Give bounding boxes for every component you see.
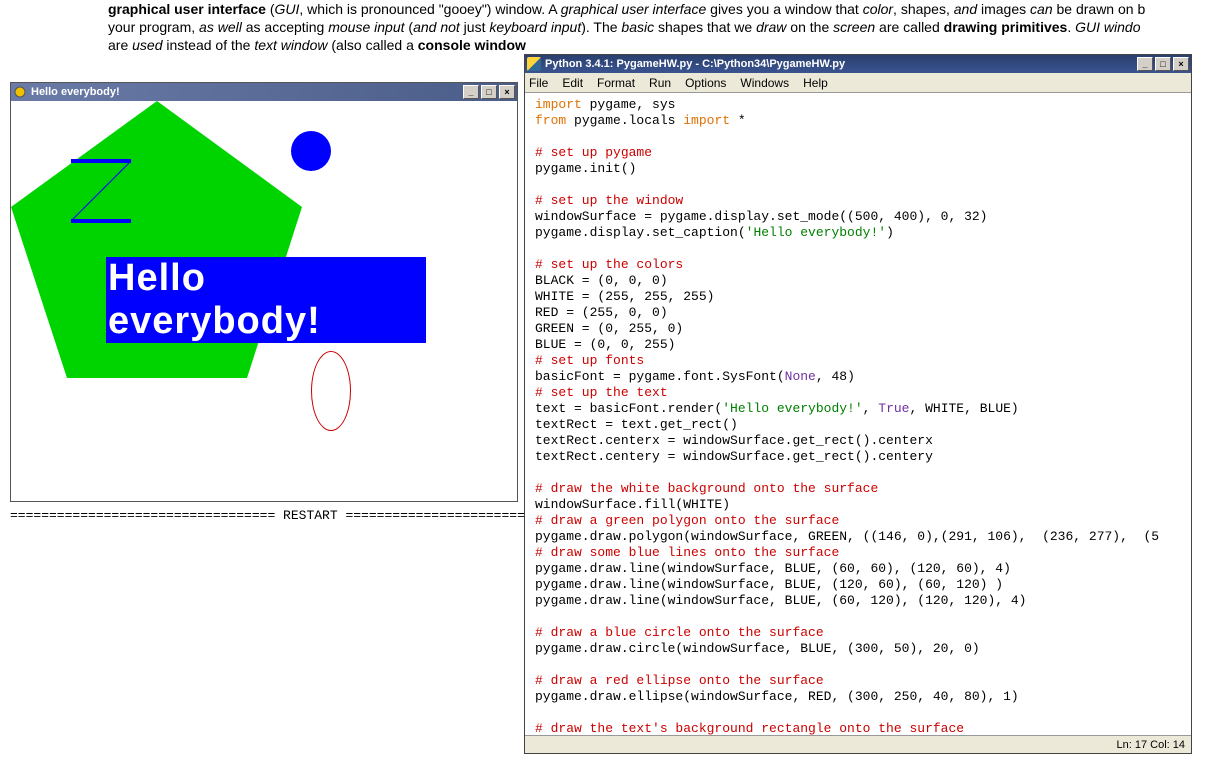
menu-help[interactable]: Help bbox=[803, 76, 828, 90]
menu-edit[interactable]: Edit bbox=[562, 76, 583, 90]
idle-titlebar[interactable]: Python 3.4.1: PygameHW.py - C:\Python34\… bbox=[525, 55, 1191, 73]
pygame-titlebar[interactable]: Hello everybody! _ □ × bbox=[11, 83, 517, 101]
idle-window: Python 3.4.1: PygameHW.py - C:\Python34\… bbox=[524, 54, 1192, 754]
pygame-canvas: Hello everybody! bbox=[11, 101, 517, 501]
status-line-col: Ln: 17 Col: 14 bbox=[1117, 739, 1186, 751]
pygame-window: Hello everybody! _ □ × Hello everybody! bbox=[10, 82, 518, 502]
background-article-text: graphical user interface (GUI, which is … bbox=[108, 0, 1214, 55]
blue-circle bbox=[291, 131, 331, 171]
blue-line-1 bbox=[71, 159, 131, 163]
pygame-app-icon bbox=[13, 85, 27, 99]
shell-restart-text: ================================== RESTA… bbox=[10, 508, 611, 523]
pygame-title: Hello everybody! bbox=[31, 86, 120, 98]
menu-run[interactable]: Run bbox=[649, 76, 671, 90]
canvas-text: Hello everybody! bbox=[106, 257, 426, 343]
idle-minimize-button[interactable]: _ bbox=[1137, 57, 1153, 71]
idle-statusbar: Ln: 17 Col: 14 bbox=[525, 735, 1191, 753]
close-button[interactable]: × bbox=[499, 85, 515, 99]
idle-maximize-button[interactable]: □ bbox=[1155, 57, 1171, 71]
code-editor[interactable]: import pygame, sys from pygame.locals im… bbox=[525, 93, 1191, 735]
menu-file[interactable]: File bbox=[529, 76, 548, 90]
red-ellipse bbox=[311, 351, 351, 431]
idle-title-text: Python 3.4.1: PygameHW.py - C:\Python34\… bbox=[545, 58, 845, 70]
idle-menubar: File Edit Format Run Options Windows Hel… bbox=[525, 73, 1191, 93]
menu-windows[interactable]: Windows bbox=[740, 76, 789, 90]
minimize-button[interactable]: _ bbox=[463, 85, 479, 99]
idle-close-button[interactable]: × bbox=[1173, 57, 1189, 71]
menu-options[interactable]: Options bbox=[685, 76, 726, 90]
python-icon bbox=[527, 57, 541, 71]
blue-line-3 bbox=[71, 219, 131, 223]
menu-format[interactable]: Format bbox=[597, 76, 635, 90]
maximize-button[interactable]: □ bbox=[481, 85, 497, 99]
text-red-box: Hello everybody! bbox=[106, 261, 426, 339]
